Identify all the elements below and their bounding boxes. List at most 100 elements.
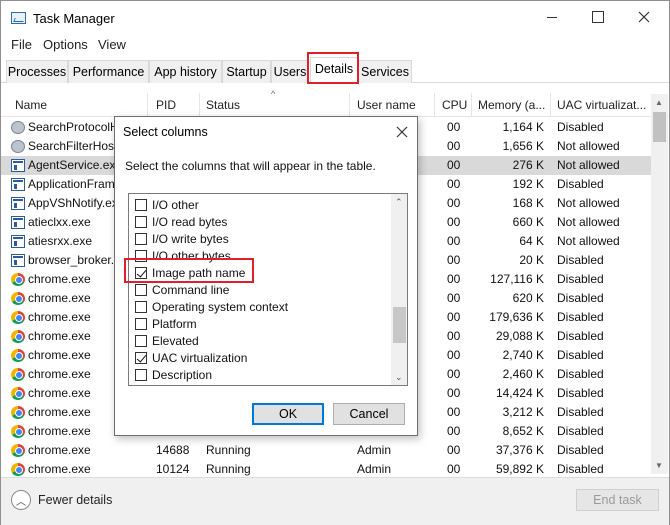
scroll-down-icon[interactable]: ▼ (655, 461, 663, 470)
option-checkbox[interactable] (135, 335, 147, 347)
table-row[interactable]: chrome.exe 14688 Running Admin 00 37,376 K Dis… (1, 441, 651, 460)
tab-app-history[interactable]: App history (149, 60, 222, 83)
cell-memory: 29,088 K (495, 329, 544, 343)
col-name[interactable]: Name (15, 98, 145, 112)
tab-processes[interactable]: Processes (6, 60, 68, 83)
column-option[interactable]: I/O write bytes (135, 231, 385, 248)
process-icon (11, 254, 25, 267)
close-icon[interactable] (395, 125, 409, 139)
cell-cpu: 00 (447, 158, 461, 172)
cell-user: Admin (357, 443, 392, 457)
cell-name: chrome.exe (28, 462, 91, 476)
column-header: Name PID Status User name CPU Memory (a.… (1, 93, 669, 117)
option-checkbox[interactable] (135, 199, 147, 211)
table-scrollbar[interactable]: ▲ ▼ (651, 94, 668, 474)
option-checkbox[interactable] (135, 284, 147, 296)
scroll-up-icon[interactable]: ▲ (655, 98, 663, 107)
cell-uac: Disabled (557, 443, 604, 457)
cell-memory: 620 K (512, 291, 544, 305)
cell-memory: 8,652 K (502, 424, 544, 438)
cell-memory: 192 K (512, 177, 544, 191)
cell-cpu: 00 (447, 139, 461, 153)
cell-uac: Disabled (557, 291, 604, 305)
cell-cpu: 00 (447, 215, 461, 229)
scroll-thumb[interactable] (653, 112, 666, 142)
col-status[interactable]: Status (206, 98, 346, 112)
cell-cpu: 00 (447, 424, 461, 438)
cell-memory: 59,892 K (495, 462, 544, 476)
cell-memory: 3,212 K (502, 405, 544, 419)
option-checkbox[interactable] (135, 216, 147, 228)
dialog-title: Select columns (123, 125, 208, 139)
cell-uac: Not allowed (557, 196, 620, 210)
column-option[interactable]: I/O read bytes (135, 214, 385, 231)
chrome-icon (11, 330, 25, 343)
option-label: I/O other (152, 198, 199, 212)
cell-uac: Disabled (557, 386, 604, 400)
cell-memory: 20 K (519, 253, 544, 267)
option-label: Operating system context (152, 300, 289, 314)
cell-cpu: 00 (447, 272, 461, 286)
dialog-description: Select the columns that will appear in t… (125, 159, 376, 173)
cancel-button[interactable]: Cancel (333, 403, 405, 425)
scroll-up-icon[interactable]: ⌃ (395, 197, 403, 208)
tab-performance[interactable]: Performance (68, 60, 149, 83)
column-option[interactable]: I/O other (135, 197, 385, 214)
option-checkbox[interactable] (135, 352, 147, 364)
menu-view[interactable]: View (98, 37, 126, 52)
column-option[interactable]: Operating system context (135, 299, 385, 316)
menu-options[interactable]: Options (43, 37, 88, 52)
cell-user: Admin (357, 462, 392, 476)
column-option[interactable]: Elevated (135, 333, 385, 350)
close-window-button[interactable] (621, 1, 667, 33)
chrome-icon (11, 406, 25, 419)
minimize-button[interactable] (529, 1, 575, 33)
end-task-button[interactable]: End task (576, 489, 659, 511)
window-title: Task Manager (33, 11, 115, 26)
option-checkbox[interactable] (135, 301, 147, 313)
cell-uac: Disabled (557, 310, 604, 324)
cell-memory: 127,116 K (490, 272, 544, 286)
cell-uac: Not allowed (557, 234, 620, 248)
col-pid[interactable]: PID (156, 98, 196, 112)
cell-memory: 2,460 K (502, 367, 544, 381)
scroll-down-icon[interactable]: ⌄ (395, 372, 403, 383)
column-option[interactable]: Command line (135, 282, 385, 299)
cell-cpu: 00 (447, 120, 461, 134)
cell-cpu: 00 (447, 177, 461, 191)
tab-startup[interactable]: Startup (222, 60, 271, 83)
chrome-icon (11, 425, 25, 438)
fewer-details-link[interactable]: Fewer details (38, 493, 112, 507)
cell-status: Running (206, 443, 251, 457)
cell-cpu: 00 (447, 329, 461, 343)
column-options-list: ⌃ ⌄ I/O other I/O read bytes I/O write byt… (128, 193, 408, 386)
cell-cpu: 00 (447, 386, 461, 400)
chrome-icon (11, 273, 25, 286)
dialog-scrollbar[interactable]: ⌃ ⌄ (391, 194, 407, 385)
col-memory[interactable]: Memory (a... (478, 98, 548, 112)
tab-services[interactable]: Services (358, 60, 412, 83)
cell-memory: 179,636 K (489, 310, 544, 324)
menu-file[interactable]: File (11, 37, 32, 52)
option-checkbox[interactable] (135, 233, 147, 245)
ok-button[interactable]: OK (252, 403, 324, 425)
col-user-name[interactable]: User name (357, 98, 431, 112)
col-uac[interactable]: UAC virtualizat... (557, 98, 651, 112)
cell-uac: Disabled (557, 367, 604, 381)
chevron-up-icon[interactable]: ︿ (11, 490, 31, 510)
table-row[interactable]: chrome.exe 10124 Running Admin 00 59,892 K Dis… (1, 460, 651, 476)
cell-cpu: 00 (447, 367, 461, 381)
option-label: UAC virtualization (152, 351, 248, 365)
scroll-thumb[interactable] (393, 307, 406, 343)
cell-memory: 660 K (512, 215, 544, 229)
col-cpu[interactable]: CPU (442, 98, 472, 112)
column-option[interactable]: Platform (135, 316, 385, 333)
column-option[interactable]: UAC virtualization (135, 350, 385, 367)
chrome-icon (11, 311, 25, 324)
option-checkbox[interactable] (135, 318, 147, 330)
cell-pid: 10124 (156, 462, 190, 476)
tab-users[interactable]: Users (271, 60, 309, 83)
column-option[interactable]: Description (135, 367, 385, 384)
option-checkbox[interactable] (135, 369, 147, 381)
maximize-button[interactable] (575, 1, 621, 33)
